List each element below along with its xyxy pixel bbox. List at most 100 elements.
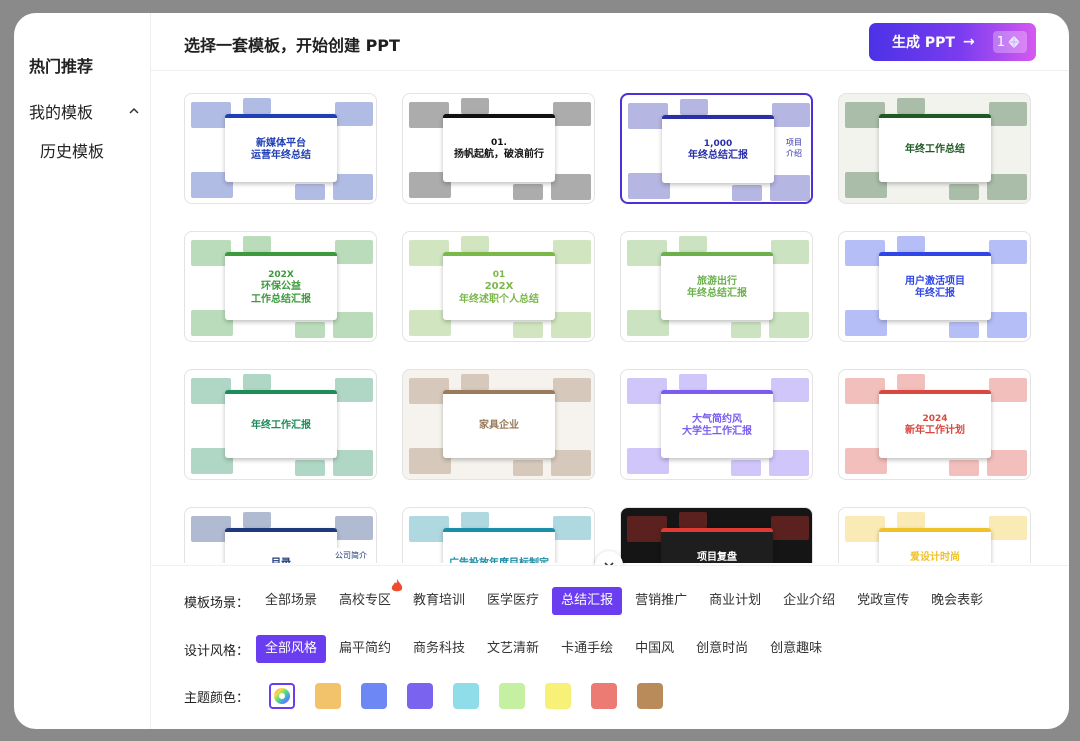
scene-chip[interactable]: 党政宣传 (848, 587, 918, 615)
template-card[interactable]: 新媒体平台 运营年终总结 (184, 93, 377, 204)
style-chip[interactable]: 商务科技 (404, 635, 474, 663)
color-swatch[interactable] (407, 683, 433, 709)
template-subtitle: 01 (492, 269, 506, 280)
thumbnail-decoration (333, 450, 373, 476)
template-preview-slide: 新媒体平台 运营年终总结 (225, 114, 337, 182)
scene-chip[interactable]: 营销推广 (626, 587, 696, 615)
style-chip[interactable]: 文艺清新 (478, 635, 548, 663)
template-card[interactable]: 01. 扬帆起航，破浪前行 (402, 93, 595, 204)
thumbnail-decoration (335, 240, 373, 264)
scene-chip[interactable]: 晚会表彰 (922, 587, 992, 615)
color-filter-row: 主题颜色： (184, 681, 683, 711)
thumbnail-decoration (897, 236, 925, 252)
template-card[interactable]: 2024 新年工作计划 (838, 369, 1031, 480)
template-subtitle: 2024 (922, 414, 948, 425)
color-swatch-list (256, 683, 683, 709)
scene-chip-label: 商业计划 (709, 593, 762, 608)
template-title: 家具企业 (479, 419, 519, 431)
scene-chip[interactable]: 企业介绍 (774, 587, 844, 615)
template-title: 年终总结汇报 (688, 150, 748, 162)
template-card[interactable]: 旅游出行 年终总结汇报 (620, 231, 813, 342)
scene-chip[interactable]: 总结汇报 (552, 587, 623, 615)
thumbnail-decoration (551, 312, 591, 338)
template-side-label: 项目 介绍 (783, 135, 805, 161)
thumbnail-decoration (769, 450, 809, 476)
template-title: 大气简约风 大学生工作汇报 (682, 413, 752, 438)
scene-chip[interactable]: 医学医疗 (478, 587, 548, 615)
scene-chip[interactable]: 高校专区 (330, 579, 403, 615)
thumbnail-decoration (335, 378, 373, 402)
color-swatch[interactable] (591, 683, 617, 709)
thumbnail-decoration (295, 184, 325, 200)
template-preview-slide: 年终工作总结 (879, 114, 991, 182)
template-card[interactable]: 家具企业 (402, 369, 595, 480)
template-title: 新年工作计划 (905, 425, 965, 437)
template-preview-slide: 202X 环保公益 工作总结汇报 (225, 252, 337, 320)
template-preview-slide: 目录 (225, 528, 337, 563)
credit-badge: 1 (992, 31, 1027, 53)
color-swatch[interactable] (499, 683, 525, 709)
thumbnail-decoration (987, 312, 1027, 338)
thumbnail-decoration (295, 322, 325, 338)
thumbnail-decoration (553, 102, 591, 126)
scene-chip[interactable]: 教育培训 (404, 587, 474, 615)
style-chip[interactable]: 全部风格 (256, 635, 327, 663)
template-preview-slide: 家具企业 (443, 390, 555, 458)
template-card[interactable]: 广告投放年度目标制定 (402, 507, 595, 563)
template-preview-slide: 1,000 年终总结汇报 (662, 115, 774, 183)
color-swatch-all[interactable] (269, 683, 295, 709)
thumbnail-decoration (769, 312, 809, 338)
style-chip[interactable]: 创意时尚 (687, 635, 757, 663)
template-preview-slide: 项目复盘 年终总结汇报 (661, 528, 773, 563)
color-swatch[interactable] (545, 683, 571, 709)
thumbnail-decoration (513, 322, 543, 338)
color-swatch[interactable] (453, 683, 479, 709)
thumbnail-decoration (461, 512, 489, 528)
sidebar-item-history[interactable]: 历史模板 (40, 138, 104, 162)
template-preview-slide: 2024 新年工作计划 (879, 390, 991, 458)
thumbnail-decoration (989, 102, 1027, 126)
scene-chip-label: 教育培训 (413, 593, 466, 608)
thumbnail-decoration (243, 512, 271, 528)
template-card[interactable]: 爱设计时尚 行业洞察报告 (838, 507, 1031, 563)
template-card[interactable]: 项目复盘 年终总结汇报 (620, 507, 813, 563)
sidebar-item-label: 我的模板 (29, 103, 94, 122)
thumbnail-decoration (335, 516, 373, 540)
template-title: 广告投放年度目标制定 (449, 558, 549, 563)
thumbnail-decoration (461, 98, 489, 114)
filter-panel: 模板场景： 全部场景 高校专区 教育培训 医学医疗 总结汇报 营销推广 商业计划 企业介绍 党政… (151, 565, 1069, 729)
thumbnail-decoration (987, 450, 1027, 476)
template-card[interactable]: 1,000 年终总结汇报 项目 介绍 (620, 93, 813, 204)
thumbnail-decoration (679, 236, 707, 252)
scene-chip-label: 医学医疗 (487, 593, 540, 608)
fire-icon (391, 579, 403, 592)
template-card[interactable]: 202X 环保公益 工作总结汇报 (184, 231, 377, 342)
color-swatch[interactable] (637, 683, 663, 709)
thumbnail-decoration (731, 460, 761, 476)
thumbnail-decoration (513, 184, 543, 200)
template-card[interactable]: 用户激活项目 年终汇报 (838, 231, 1031, 342)
scene-chip[interactable]: 全部场景 (256, 587, 326, 615)
template-card[interactable]: 01 202X 年终述职个人总结 (402, 231, 595, 342)
style-chip[interactable]: 卡通手绘 (552, 635, 622, 663)
template-side-label: 公司简介 (332, 548, 370, 563)
color-swatch[interactable] (361, 683, 387, 709)
sidebar-item-hot[interactable]: 热门推荐 (29, 53, 93, 77)
template-card[interactable]: 年终工作总结 (838, 93, 1031, 204)
template-card[interactable]: 年终工作汇报 (184, 369, 377, 480)
template-card[interactable]: 目录 公司简介 (184, 507, 377, 563)
thumbnail-decoration (897, 374, 925, 390)
scene-chip[interactable]: 商业计划 (700, 587, 770, 615)
template-subtitle: 01. (491, 138, 507, 149)
style-chip[interactable]: 中国风 (626, 635, 683, 663)
thumbnail-decoration (989, 516, 1027, 540)
sidebar-item-my-templates[interactable]: 我的模板 (29, 99, 141, 123)
style-chip[interactable]: 创意趣味 (761, 635, 831, 663)
thumbnail-decoration (553, 240, 591, 264)
generate-ppt-button[interactable]: 生成 PPT → 1 (869, 23, 1036, 61)
style-chip[interactable]: 扁平简约 (330, 635, 400, 663)
color-swatch[interactable] (315, 683, 341, 709)
template-card[interactable]: 大气简约风 大学生工作汇报 (620, 369, 813, 480)
scene-chip-label: 企业介绍 (783, 593, 836, 608)
header: 选择一套模板，开始创建 PPT 生成 PPT → 1 (151, 13, 1069, 71)
